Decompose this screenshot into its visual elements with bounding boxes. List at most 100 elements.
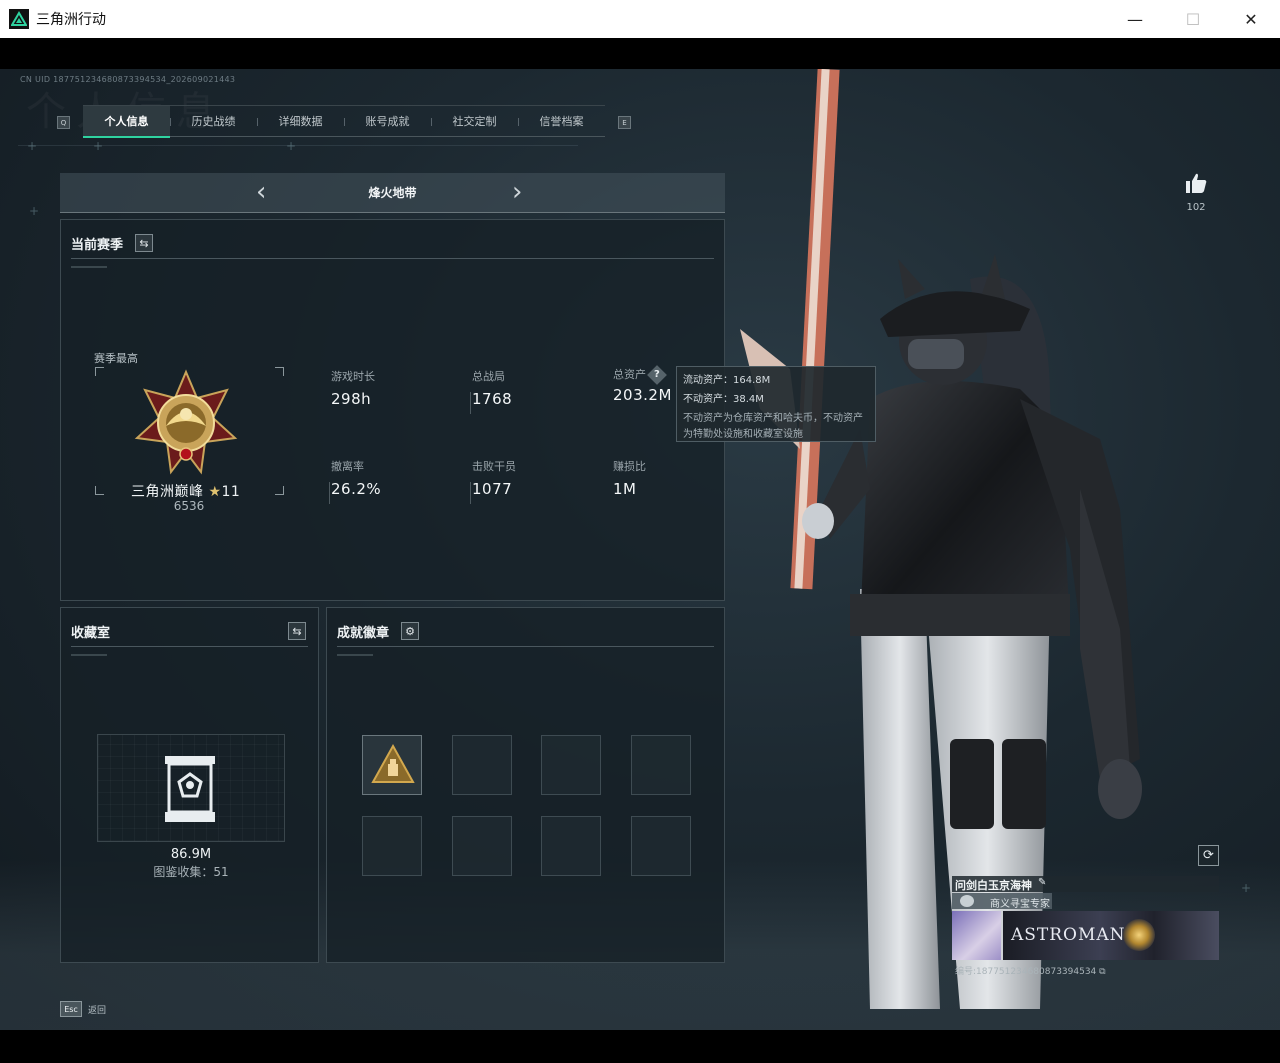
badge-slot[interactable] [541, 816, 601, 876]
deco-plus-icon: + [93, 139, 104, 153]
stat-label: 击败干员 [472, 460, 516, 473]
bracket-corner [95, 486, 104, 495]
rank-points: 6536 [173, 499, 205, 513]
like-button[interactable]: 102 [1183, 172, 1209, 213]
panel-subline [71, 266, 107, 268]
player-title-row: 商义寻宝专家 [952, 893, 1052, 910]
badge-slot[interactable] [541, 735, 601, 795]
player-id: 编号:187751234680873394534 ⧉ [955, 964, 1106, 977]
rank-name-text: 三角洲巅峰 [131, 484, 204, 500]
collection-switch-button[interactable]: ⇆ [288, 622, 306, 640]
badge-slot[interactable] [631, 735, 691, 795]
badges-settings-gear-icon[interactable]: ⚙ [401, 622, 419, 640]
stat-label-text: 总资产 [613, 368, 646, 381]
stat-value: 1M [613, 480, 637, 498]
panel-subline [71, 654, 107, 656]
tab-credit[interactable]: 信誉档案 [518, 106, 605, 136]
window-title: 三角洲行动 [36, 12, 106, 28]
avatar [952, 911, 1001, 960]
stat-divider [470, 482, 471, 504]
stat-extract-rate: 撤离率 26.2% [331, 458, 441, 498]
badge-slot[interactable] [362, 816, 422, 876]
stat-divider [470, 392, 471, 414]
maximize-button[interactable]: ☐ [1164, 0, 1222, 38]
season-title: 当前赛季 [71, 238, 124, 253]
player-banner: ASTROMANCY [1003, 911, 1219, 960]
collection-count: 图鉴收集：51 [153, 865, 229, 879]
collection-panel: 收藏室 ⇆ 86.9M 图鉴收集：51 [60, 607, 319, 963]
bracket-corner [275, 367, 284, 376]
tab-prev-key[interactable]: Q [57, 116, 70, 129]
panel-divider [71, 646, 308, 647]
mode-prev-arrow-icon[interactable]: ‹ [256, 177, 266, 207]
deco-plus-icon: + [1241, 881, 1252, 895]
stat-playtime: 游戏时长 298h [331, 368, 441, 408]
player-id-text: 编号:187751234680873394534 [955, 967, 1097, 977]
mode-next-arrow-icon[interactable]: › [512, 177, 522, 207]
season-switch-button[interactable]: ⇆ [135, 234, 153, 252]
stat-label: 总战局 [472, 370, 505, 383]
help-glyph: ? [654, 369, 660, 380]
badges-panel: 成就徽章 ⚙ [326, 607, 725, 963]
badge-slot[interactable] [631, 816, 691, 876]
badge-slot[interactable] [452, 816, 512, 876]
badge-slot[interactable] [452, 735, 512, 795]
stat-value: 26.2% [331, 480, 382, 498]
title-badge-icon [960, 895, 974, 907]
player-uid: CN UID 187751234680873394534_20260902144… [20, 75, 236, 84]
stat-divider [329, 482, 330, 504]
game-viewport: 个人信息 + + + + + CN UID 187751234680873394… [0, 69, 1280, 1030]
tab-social[interactable]: 社交定制 [431, 106, 518, 136]
collection-value: 86.9M [170, 847, 212, 862]
deco-plus-icon: + [286, 139, 297, 153]
player-name: 问剑白玉京海神 [955, 879, 1032, 892]
bracket-corner [275, 486, 284, 495]
edit-name-icon[interactable]: ✎ [1038, 877, 1046, 888]
player-card[interactable]: 问剑白玉京海神 ✎ 商义寻宝专家 ASTROMANCY 编号:187751234… [952, 876, 1219, 989]
season-panel: 当前赛季 ⇆ 赛季最高 三角洲巅峰 ★11 6536 游戏时长 298h 总战局 [60, 219, 725, 601]
close-button[interactable]: ✕ [1222, 0, 1280, 38]
stat-kills: 击败干员 1077 [472, 458, 582, 498]
tab-match-history[interactable]: 历史战绩 [170, 106, 257, 136]
stat-value: 298h [331, 390, 372, 408]
stat-value: 1077 [472, 480, 513, 498]
tab-next-key[interactable]: E [618, 116, 631, 129]
stat-value: 1768 [472, 390, 513, 408]
letterbox-bottom [0, 1030, 1280, 1063]
back-hint[interactable]: Esc 返回 [60, 999, 106, 1019]
minimize-button[interactable]: — [1106, 0, 1164, 38]
stat-label: 赚损比 [613, 460, 646, 473]
panel-divider [337, 646, 714, 647]
window-titlebar: 三角洲行动 — ☐ ✕ [0, 0, 1280, 38]
back-label: 返回 [88, 1005, 107, 1016]
badge-slot[interactable] [362, 735, 422, 795]
player-title: 商义寻宝专家 [990, 899, 1050, 910]
rank-star-icon: ★ [208, 484, 222, 500]
stat-profit-ratio: 赚损比 1M [613, 458, 723, 498]
banner-orb-icon [1123, 919, 1155, 951]
tab-achievements[interactable]: 账号成就 [344, 106, 431, 136]
help-icon[interactable]: ? [647, 365, 667, 385]
letterbox-top [0, 38, 1280, 69]
tooltip-fixed-assets: 不动资产：38.4M [683, 394, 764, 405]
refresh-icon[interactable]: ⟳ [1198, 845, 1219, 866]
mode-selector: 烽火地带 ‹ › [60, 173, 725, 213]
tooltip-note: 不动资产为仓库资产和哈夫币，不动资产为特勤处设施和收藏室设施 [683, 413, 863, 440]
badge-warning-icon [371, 743, 415, 783]
like-count: 102 [1186, 202, 1206, 213]
vault-showcase-icon [165, 756, 215, 822]
stat-label: 撤离率 [331, 460, 364, 473]
deco-plus-icon: + [29, 204, 40, 218]
tab-personal-info[interactable]: 个人信息 [83, 106, 170, 138]
copy-icon[interactable]: ⧉ [1099, 967, 1105, 977]
rank-emblem-icon [134, 369, 238, 475]
collection-title: 收藏室 [71, 626, 111, 641]
panel-subline [337, 654, 373, 656]
assets-tooltip: 流动资产：164.8M 不动资产：38.4M 不动资产为仓库资产和哈夫币，不动资… [676, 366, 876, 442]
deco-plus-icon: + [27, 139, 38, 153]
esc-key[interactable]: Esc [60, 1001, 82, 1017]
season-best-label: 赛季最高 [94, 352, 138, 365]
profile-tabs: 个人信息 历史战绩 详细数据 账号成就 社交定制 信誉档案 [83, 105, 605, 138]
stat-label: 游戏时长 [331, 370, 375, 383]
tab-detailed-data[interactable]: 详细数据 [257, 106, 344, 136]
